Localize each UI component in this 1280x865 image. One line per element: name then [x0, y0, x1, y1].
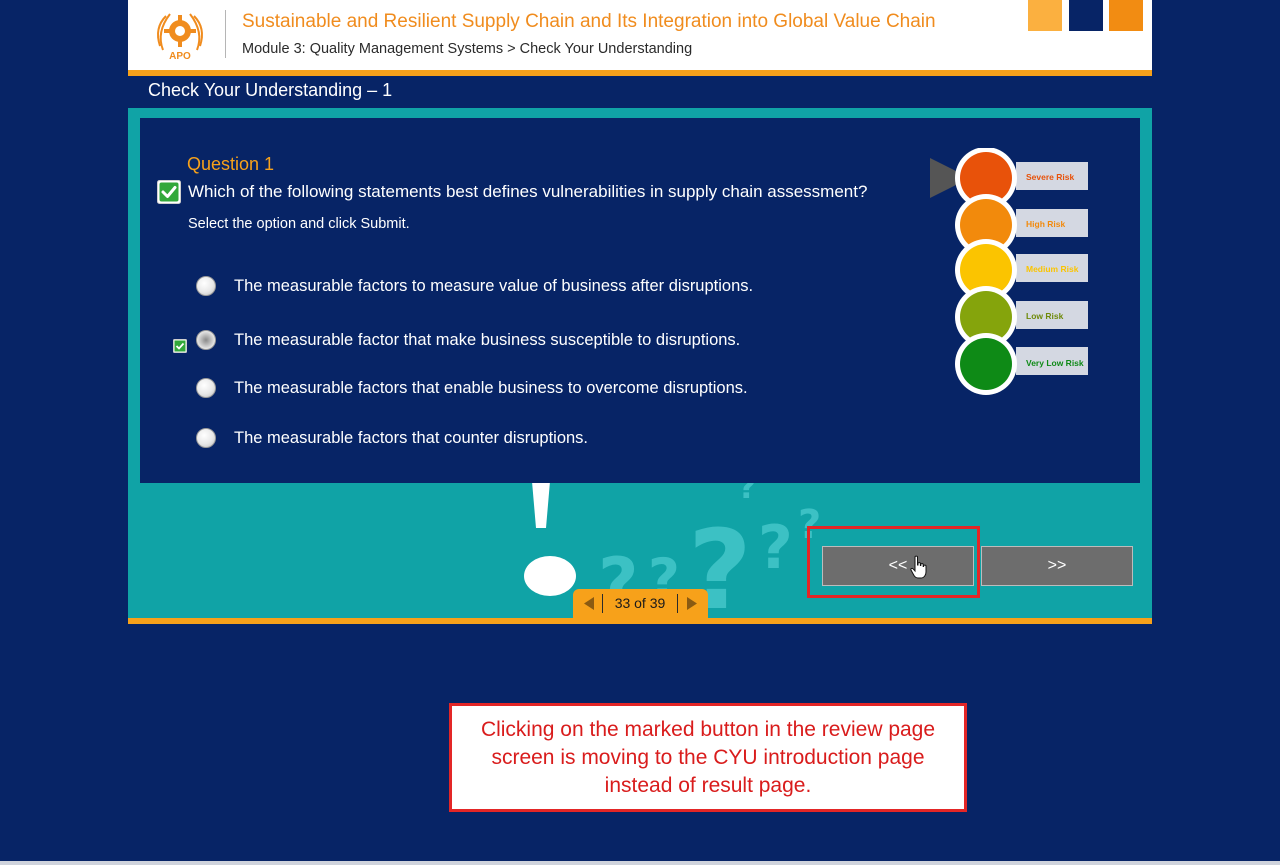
svg-text:Medium Risk: Medium Risk — [1026, 264, 1079, 274]
answer-option-text: The measurable factor that make business… — [234, 330, 741, 349]
question-label: Question 1 — [187, 154, 275, 174]
answer-option-2[interactable]: The measurable factor that make business… — [196, 328, 740, 352]
answer-option-1[interactable]: The measurable factors to measure value … — [196, 274, 753, 298]
apo-logo: APO — [157, 13, 203, 62]
pager-next-arrow-icon[interactable] — [685, 595, 699, 612]
answer-option-3[interactable]: The measurable factors that enable busin… — [196, 376, 748, 400]
bottom-strip — [0, 861, 1280, 865]
annotation-highlight-box — [807, 526, 980, 598]
svg-text:Very Low Risk: Very Low Risk — [1026, 358, 1084, 368]
pager-separator — [602, 594, 603, 613]
answer-option-text: The measurable factors that enable busin… — [234, 378, 748, 397]
breadcrumb: Module 3: Quality Management Systems > C… — [242, 41, 693, 57]
pager-separator — [677, 594, 678, 613]
header-square-orange — [1109, 0, 1143, 31]
next-button[interactable]: >> — [981, 546, 1133, 586]
checkbox-checked-icon — [157, 180, 181, 204]
correct-answer-check-icon — [173, 339, 187, 353]
stage-bottom-bar — [128, 618, 1152, 624]
header-square-navy — [1069, 0, 1103, 31]
question-panel: Question 1 Which of the following statem… — [140, 118, 1140, 483]
header-square-light-orange — [1028, 0, 1062, 31]
answer-option-text: The measurable factors to measure value … — [234, 276, 754, 295]
radio-button-selected[interactable] — [196, 330, 216, 350]
content-stage: ? ? ? ? ? ? Question 1 Which of the foll… — [128, 108, 1152, 618]
answer-option-4[interactable]: The measurable factors that counter disr… — [196, 426, 588, 450]
svg-text:High Risk: High Risk — [1026, 219, 1065, 229]
answer-option-text: The measurable factors that counter disr… — [234, 428, 589, 447]
radio-button[interactable] — [196, 276, 216, 296]
svg-text:Low Risk: Low Risk — [1026, 311, 1064, 321]
svg-text:?: ? — [758, 513, 793, 583]
page-indicator-bar: 33 of 39 — [573, 589, 708, 618]
header-divider — [225, 10, 226, 58]
svg-text:Severe Risk: Severe Risk — [1026, 172, 1074, 182]
annotation-note: Clicking on the marked button in the rev… — [449, 703, 967, 812]
radio-button[interactable] — [196, 378, 216, 398]
course-header: APO Sustainable and Resilient Supply Cha… — [128, 0, 1152, 76]
question-text: Which of the following statements best d… — [188, 182, 868, 201]
risk-level-very-low: Very Low Risk — [955, 333, 1088, 395]
section-title: Check Your Understanding – 1 — [148, 80, 393, 100]
question-instruction: Select the option and click Submit. — [188, 216, 410, 232]
hand-cursor-icon — [910, 555, 927, 579]
radio-button[interactable] — [196, 428, 216, 448]
page-indicator: 33 of 39 — [614, 595, 666, 611]
pager-prev-arrow-icon[interactable] — [582, 595, 596, 612]
risk-level-graphic: Severe Risk High Risk Medium Risk Low Ri… — [930, 148, 1088, 395]
course-title: Sustainable and Resilient Supply Chain a… — [242, 11, 936, 32]
svg-text:APO: APO — [169, 51, 191, 62]
